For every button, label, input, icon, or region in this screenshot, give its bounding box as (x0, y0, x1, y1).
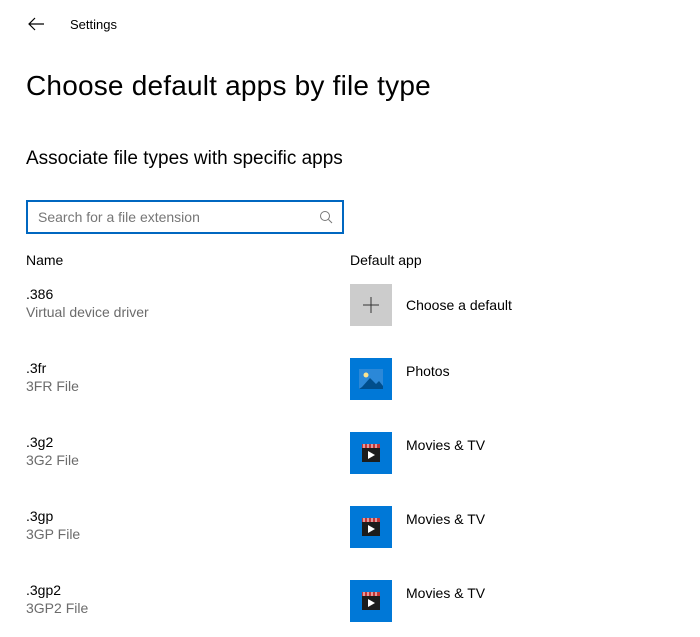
file-type-row: .3g2 3G2 File Movies & TV (26, 432, 674, 474)
file-type-row: .3gp2 3GP2 File Movies & TV (26, 580, 674, 622)
file-type-info: .3gp2 3GP2 File (26, 580, 350, 616)
file-type-info: .3gp 3GP File (26, 506, 350, 542)
file-type-info: .3g2 3G2 File (26, 432, 350, 468)
column-app-header: Default app (350, 252, 422, 268)
photos-app-icon (350, 358, 392, 400)
search-input[interactable] (38, 209, 318, 225)
file-description: 3G2 File (26, 452, 350, 468)
movies-app-icon (350, 432, 392, 474)
app-label: Choose a default (406, 297, 512, 313)
search-icon (318, 209, 334, 225)
file-description: 3FR File (26, 378, 350, 394)
page-title: Choose default apps by file type (26, 70, 674, 102)
app-label: Movies & TV (406, 437, 485, 453)
default-app-button[interactable]: Photos (350, 358, 450, 400)
column-headers: Name Default app (26, 252, 674, 268)
file-description: Virtual device driver (26, 304, 350, 320)
file-type-info: .3fr 3FR File (26, 358, 350, 394)
movies-app-icon (350, 580, 392, 622)
file-extension: .3gp (26, 508, 350, 524)
plus-icon (350, 284, 392, 326)
file-extension: .386 (26, 286, 350, 302)
back-arrow-icon (27, 15, 45, 33)
app-label: Movies & TV (406, 585, 485, 601)
file-type-list: .386 Virtual device driver Choose a defa… (26, 284, 674, 622)
header-title: Settings (70, 17, 117, 32)
default-app-button[interactable]: Movies & TV (350, 432, 485, 474)
header-bar: Settings (0, 0, 700, 34)
default-app-button[interactable]: Choose a default (350, 284, 512, 326)
back-button[interactable] (26, 14, 46, 34)
file-extension: .3gp2 (26, 582, 350, 598)
file-description: 3GP File (26, 526, 350, 542)
file-type-row: .386 Virtual device driver Choose a defa… (26, 284, 674, 326)
search-box[interactable] (26, 200, 344, 234)
main-content: Choose default apps by file type Associa… (0, 70, 700, 622)
file-type-row: .3fr 3FR File Photos (26, 358, 674, 400)
file-extension: .3g2 (26, 434, 350, 450)
file-type-info: .386 Virtual device driver (26, 284, 350, 320)
app-label: Movies & TV (406, 511, 485, 527)
default-app-button[interactable]: Movies & TV (350, 506, 485, 548)
file-extension: .3fr (26, 360, 350, 376)
app-label: Photos (406, 363, 450, 379)
file-type-row: .3gp 3GP File Movies & TV (26, 506, 674, 548)
default-app-button[interactable]: Movies & TV (350, 580, 485, 622)
file-description: 3GP2 File (26, 600, 350, 616)
movies-app-icon (350, 506, 392, 548)
column-name-header: Name (26, 252, 350, 268)
page-subtitle: Associate file types with specific apps (26, 148, 674, 170)
